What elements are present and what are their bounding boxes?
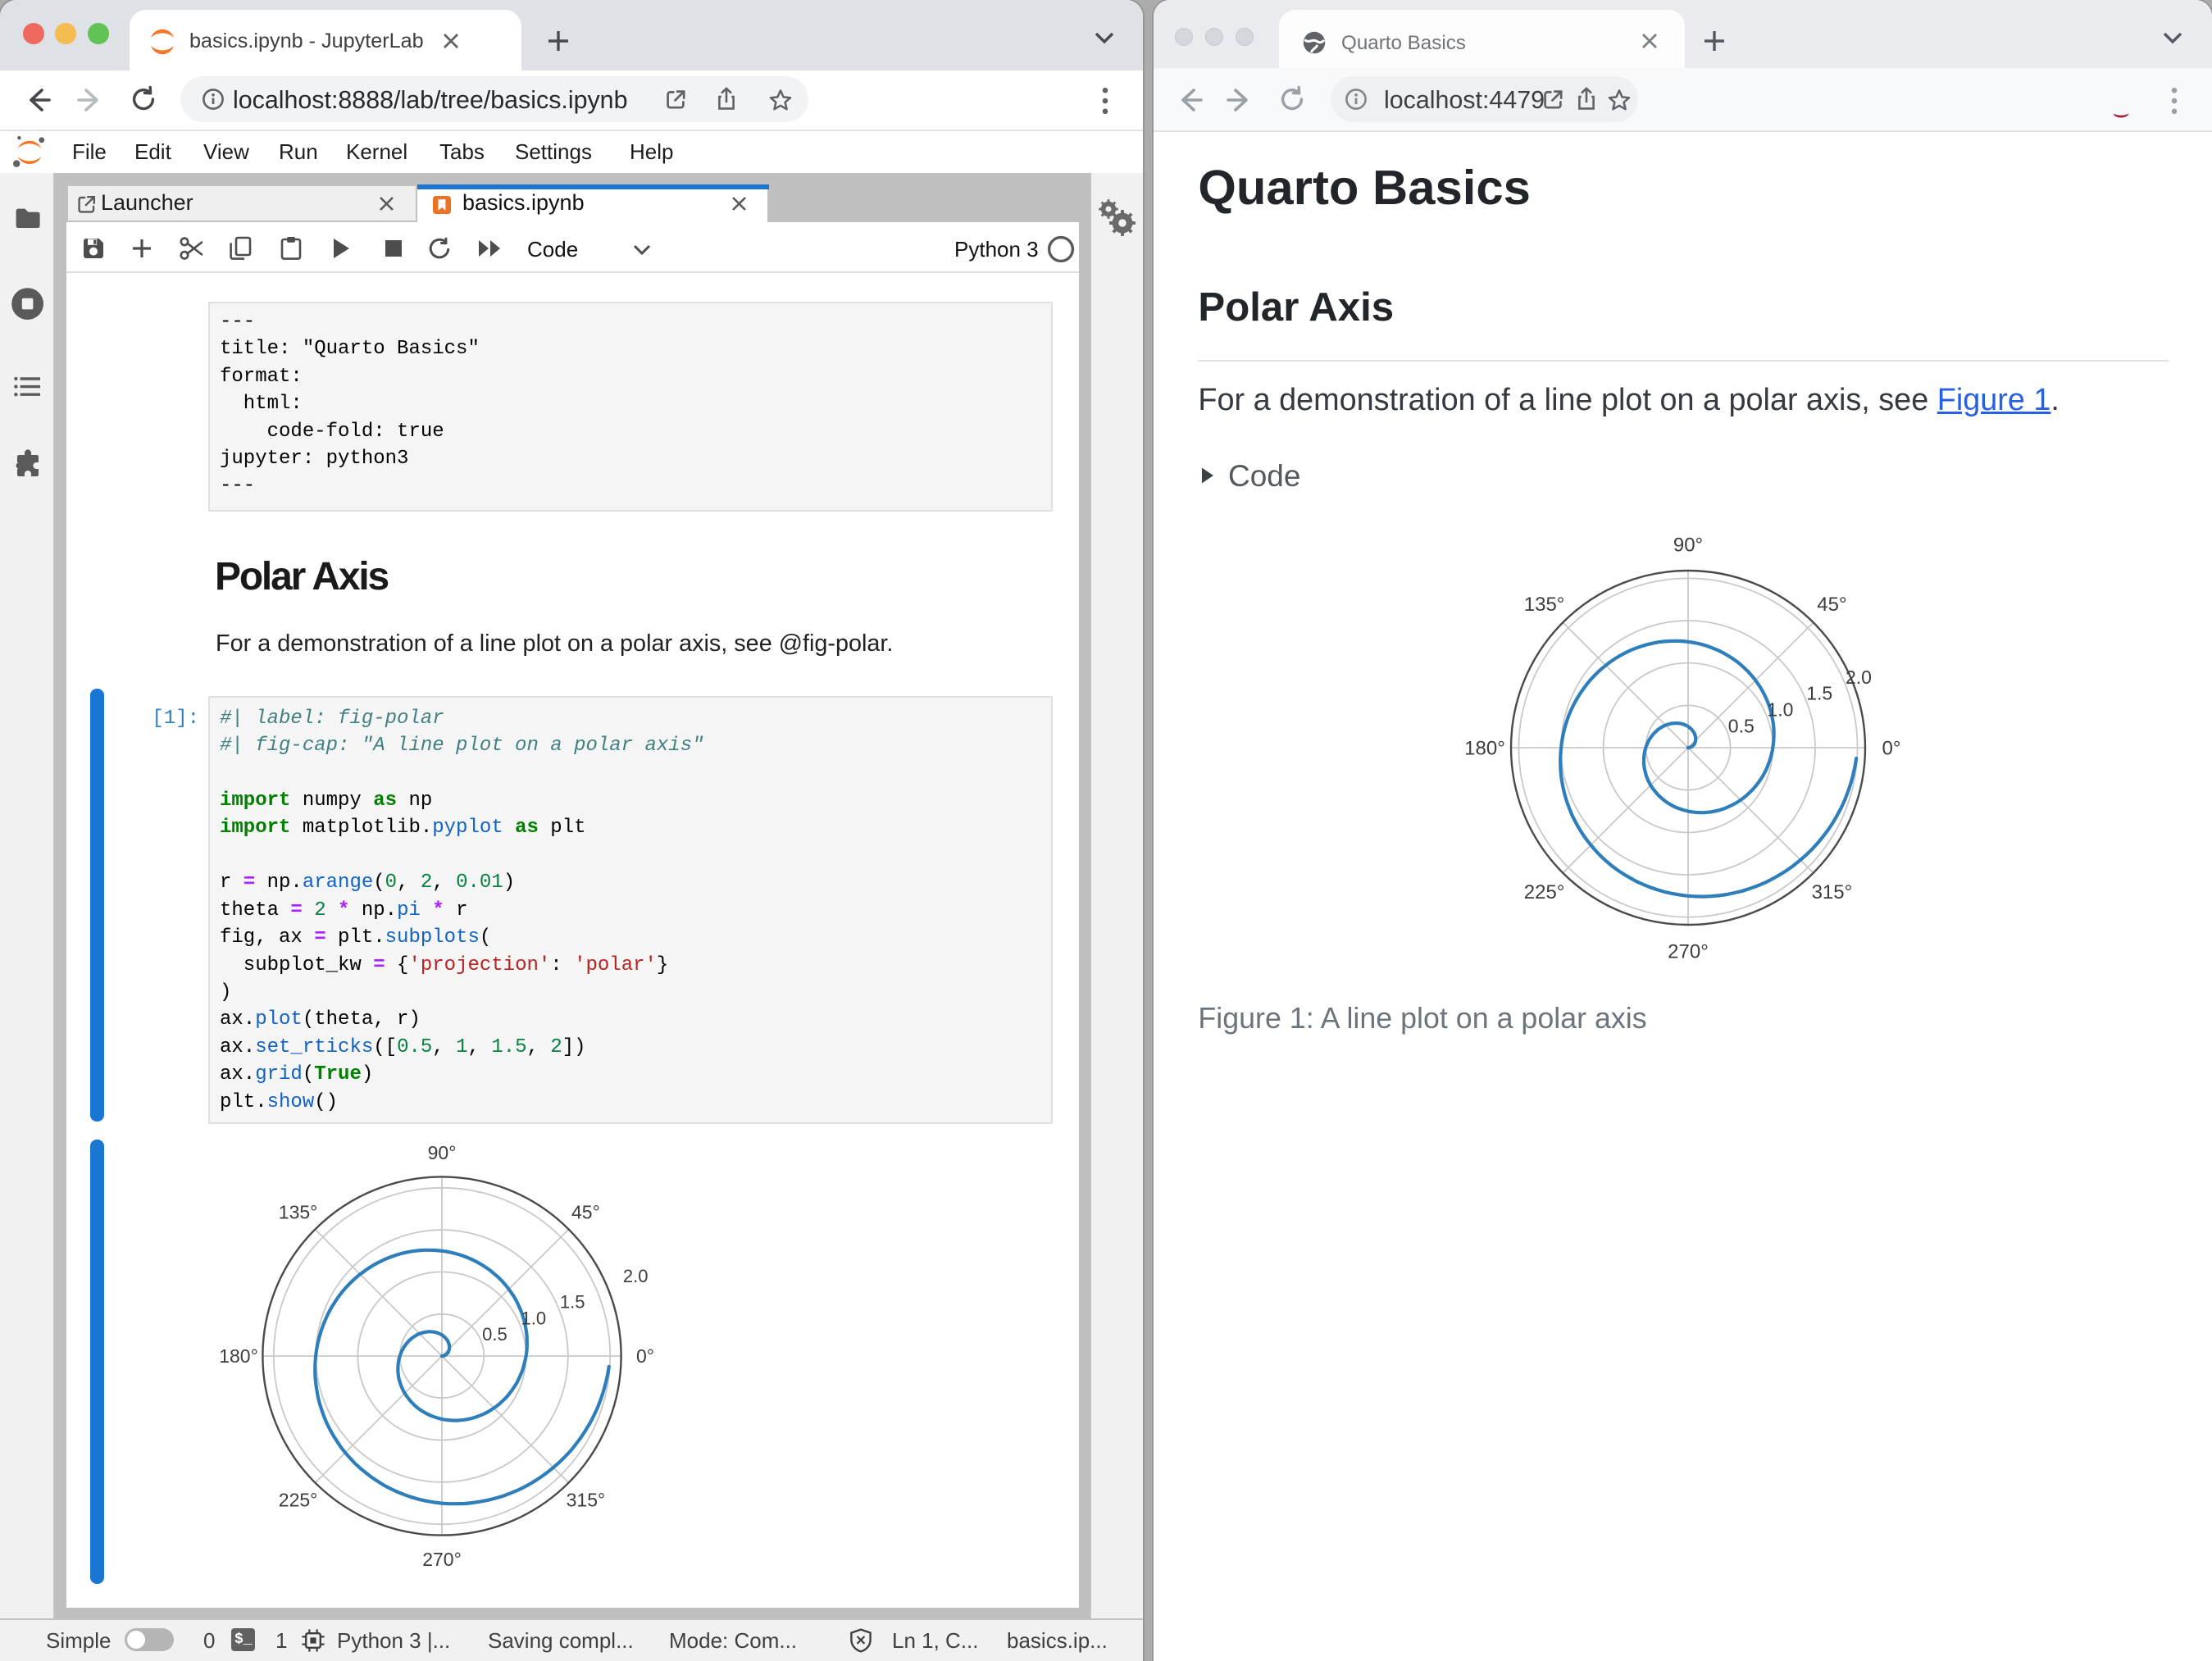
svg-text:1.5: 1.5	[1806, 683, 1832, 704]
svg-text:135°: 135°	[1524, 594, 1565, 616]
svg-text:1.0: 1.0	[521, 1308, 546, 1328]
svg-text:225°: 225°	[1524, 881, 1565, 903]
svg-text:90°: 90°	[427, 1142, 456, 1163]
svg-text:45°: 45°	[1817, 594, 1846, 616]
svg-text:90°: 90°	[1673, 534, 1703, 556]
svg-text:2.0: 2.0	[622, 1266, 648, 1286]
svg-text:180°: 180°	[1464, 737, 1505, 759]
svg-text:0°: 0°	[1882, 737, 1901, 759]
svg-text:1.0: 1.0	[1767, 699, 1793, 720]
svg-text:45°: 45°	[571, 1202, 600, 1223]
svg-text:270°: 270°	[422, 1549, 462, 1570]
svg-text:0°: 0°	[636, 1345, 654, 1367]
svg-text:135°: 135°	[278, 1202, 317, 1223]
svg-text:1.5: 1.5	[559, 1292, 585, 1313]
svg-text:0.5: 0.5	[1728, 715, 1755, 736]
svg-text:225°: 225°	[278, 1489, 317, 1510]
svg-text:180°: 180°	[219, 1345, 258, 1367]
svg-text:0.5: 0.5	[482, 1324, 507, 1345]
svg-text:2.0: 2.0	[1846, 667, 1872, 688]
svg-text:315°: 315°	[566, 1489, 605, 1510]
svg-text:315°: 315°	[1812, 881, 1853, 903]
svg-text:270°: 270°	[1668, 940, 1709, 962]
